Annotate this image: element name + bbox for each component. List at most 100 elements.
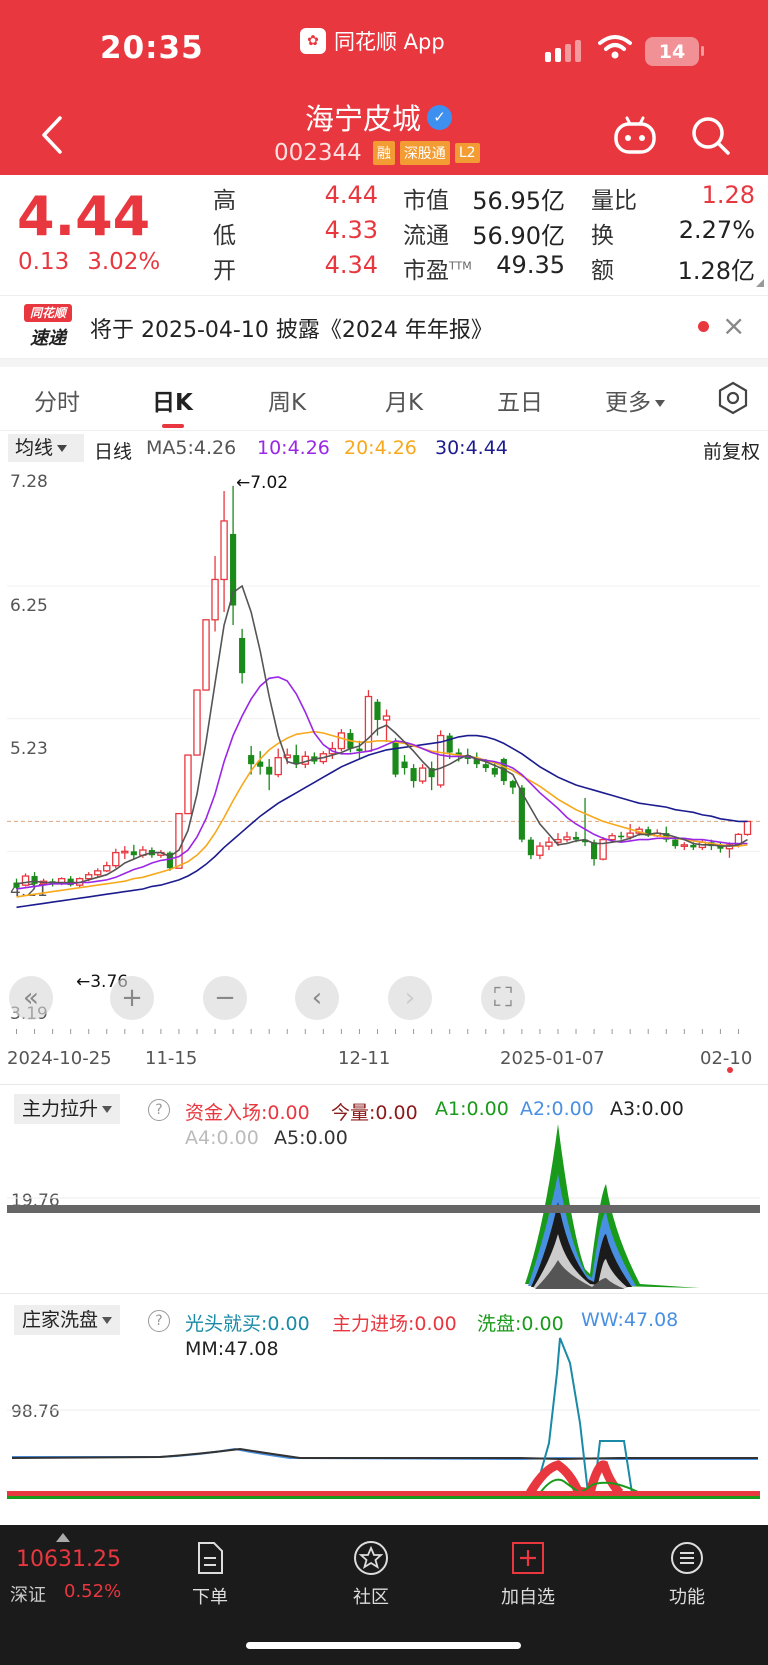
candle <box>401 755 408 775</box>
low-value: 4.33 <box>324 216 378 244</box>
quote-panel: 4.44 0.13 3.02% 高 4.44 低 4.33 开 4.34 市值 5… <box>0 175 768 293</box>
news-text[interactable]: 将于 2025-04-10 披露《2024 年年报》 <box>90 312 493 344</box>
candle <box>184 754 192 815</box>
mcap-value: 56.95亿 <box>472 187 565 215</box>
ma5-value: MA5:4.26 <box>146 437 237 459</box>
candle <box>410 764 417 788</box>
candle <box>536 842 544 860</box>
ai-assistant-robot-icon[interactable] <box>612 116 658 156</box>
candle <box>599 837 607 861</box>
low-label: 低 <box>213 223 236 249</box>
change-percent: 3.02% <box>87 249 161 275</box>
candle <box>274 748 282 778</box>
candle <box>418 764 427 784</box>
battery-indicator: 14 <box>645 37 699 66</box>
fullscreen-button[interactable]: ⛶ <box>481 976 525 1020</box>
pan-left-button[interactable]: ‹ <box>295 976 339 1020</box>
high-label: 高 <box>213 188 236 214</box>
ma-select-label: 均线 <box>15 437 54 459</box>
candle <box>220 491 228 612</box>
date-label: 11-15 <box>145 1048 198 1069</box>
back-button[interactable] <box>34 112 70 158</box>
candles <box>13 485 752 890</box>
pan-right-button[interactable]: › <box>388 976 432 1020</box>
tab-weekly-k[interactable]: 周K <box>268 383 306 417</box>
candle <box>392 738 399 778</box>
chart-frame <box>7 464 759 1034</box>
ma-legend: 均线 日线 MA5:4.26 10:4.26 20:4.26 30:4.44 前… <box>0 432 768 464</box>
index-up-arrow-icon <box>56 1533 70 1542</box>
ma20-value: 20:4.26 <box>344 437 417 459</box>
ma10-value: 10:4.26 <box>257 437 330 459</box>
latest-date-dot <box>727 1067 733 1073</box>
change-value: 0.13 <box>18 249 70 275</box>
candle <box>202 619 210 691</box>
tag-margin: 融 <box>372 141 395 165</box>
last-price: 4.44 <box>17 185 151 248</box>
nav-community[interactable]: 社区 <box>321 1537 421 1609</box>
wash-indicator-chart[interactable] <box>0 1293 768 1505</box>
candle <box>193 689 201 756</box>
pe-label: 市盈TTM <box>403 251 472 285</box>
chart-grid <box>7 585 760 1034</box>
close-icon[interactable]: × <box>722 309 745 342</box>
tag-connect: 深股通 <box>399 141 450 165</box>
zoom-out-button[interactable]: − <box>203 976 247 1020</box>
stock-name: 海宁皮城 <box>305 102 422 136</box>
candle <box>618 831 625 840</box>
turnover-value: 2.27% <box>678 216 755 244</box>
news-banner[interactable]: 同花顺 速递 将于 2025-04-10 披露《2024 年年报》 <box>0 295 768 359</box>
stock-code-row: 002344 融 深股通 L2 <box>274 140 480 166</box>
expand-corner-icon[interactable] <box>756 279 764 287</box>
amount-value: 1.28亿 <box>677 257 755 285</box>
tab-more[interactable]: 更多 <box>605 383 665 417</box>
candle <box>725 842 734 858</box>
candle <box>436 730 445 788</box>
candle <box>563 831 571 843</box>
nav-community-label: 社区 <box>353 1587 389 1608</box>
stock-code: 002344 <box>274 140 362 166</box>
kline-chart[interactable]: 7.28 6.25 5.23 4.21 3.19 ←7.02 ←3.76 <box>0 464 768 1034</box>
home-indicator[interactable] <box>246 1642 521 1649</box>
nav-order[interactable]: 下单 <box>160 1537 260 1609</box>
ma-period: 日线 <box>94 441 133 463</box>
news-logo-bottom: 速递 <box>30 328 66 349</box>
candle <box>103 861 111 873</box>
nav-functions[interactable]: 功能 <box>637 1537 737 1609</box>
y-axis-label: 7.28 <box>10 472 48 492</box>
nav-add-watchlist[interactable]: 加自选 <box>478 1537 578 1609</box>
tab-intraday[interactable]: 分时 <box>34 383 80 417</box>
nav-add-watchlist-label: 加自选 <box>501 1587 555 1608</box>
open-label: 开 <box>213 258 236 284</box>
adjust-mode[interactable]: 前复权 <box>703 437 760 464</box>
candle <box>67 876 74 887</box>
search-icon[interactable] <box>690 115 732 157</box>
candle <box>130 844 137 860</box>
tab-five-day[interactable]: 五日 <box>497 383 543 417</box>
candle <box>175 812 183 869</box>
app-name: ✿ 同花顺 App <box>300 26 445 56</box>
indicator-select-ma[interactable]: 均线 <box>8 434 84 462</box>
status-time: 20:35 <box>100 30 204 66</box>
tab-monthly-k[interactable]: 月K <box>385 383 423 417</box>
candle <box>31 872 38 886</box>
main-force-indicator-chart[interactable] <box>0 1084 768 1294</box>
index-value[interactable]: 10631.25 <box>16 1547 121 1572</box>
date-label: 12-11 <box>338 1048 391 1069</box>
candle <box>21 873 30 887</box>
chevron-down-icon <box>57 445 68 452</box>
ma10-line <box>16 676 748 890</box>
index-percent: 0.52% <box>64 1581 122 1602</box>
index-name: 深证 <box>10 1585 46 1606</box>
zoom-in-button[interactable]: + <box>110 976 154 1020</box>
tab-daily-k[interactable]: 日K <box>152 383 193 417</box>
news-logo-top: 同花顺 <box>24 304 72 322</box>
candle <box>545 837 553 851</box>
stock-detail-screen: 20:35 ✿ 同花顺 App 14 海宁皮城 ✓ 002344 融 深股通 L… <box>0 0 768 1665</box>
volume-ratio-value: 1.28 <box>701 181 755 209</box>
collapse-left-button[interactable]: « <box>9 976 53 1020</box>
chart-settings-hexagon-icon[interactable] <box>716 381 750 415</box>
tag-l2: L2 <box>454 143 480 163</box>
stock-title: 海宁皮城 ✓ <box>305 96 453 138</box>
candle <box>301 751 310 769</box>
